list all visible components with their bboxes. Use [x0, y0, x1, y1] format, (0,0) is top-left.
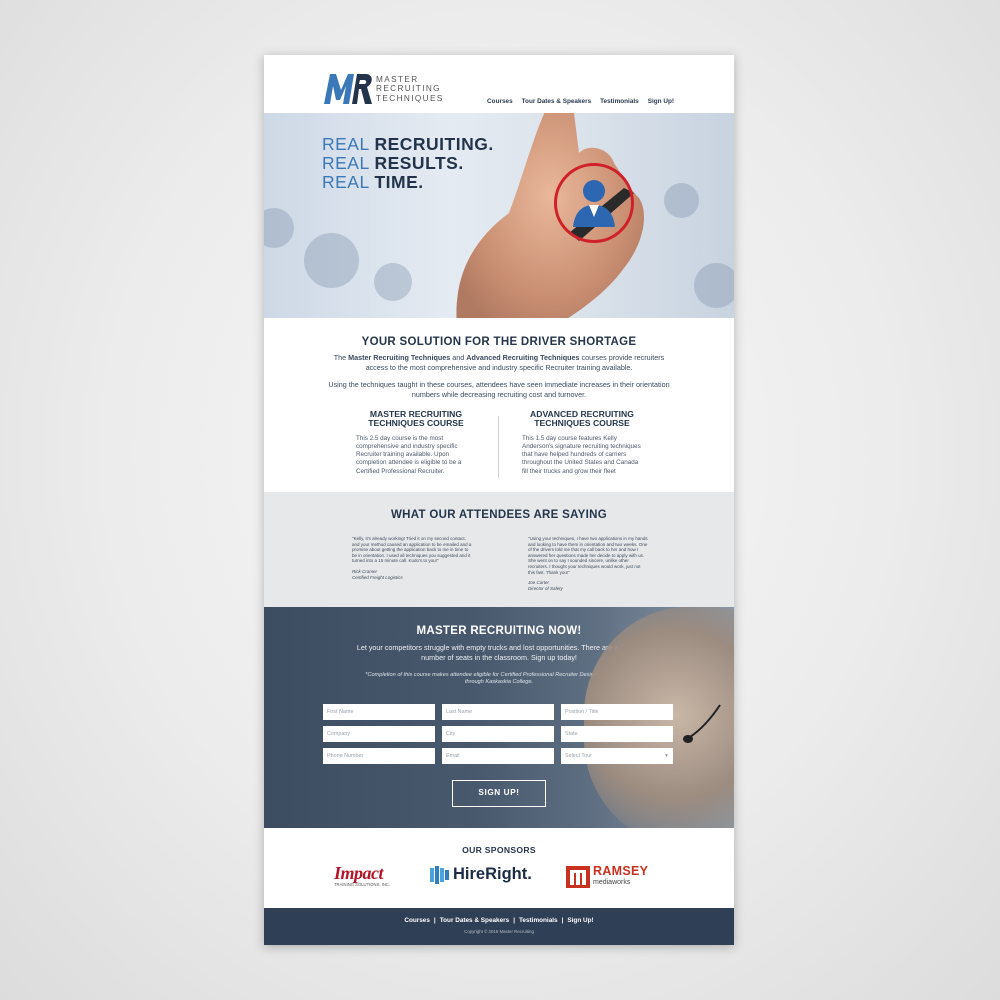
logo-word-2: RECRUITING: [376, 84, 441, 94]
last-name-field[interactable]: Last Name: [442, 704, 554, 720]
master-course-name: Master Recruiting Techniques: [348, 353, 451, 362]
nav-courses[interactable]: Courses: [487, 98, 513, 105]
hero-headline: REAL RECRUITING. REAL RESULTS. REAL TIME…: [322, 135, 494, 192]
tour-select[interactable]: Select Tour ▼: [561, 748, 673, 764]
site-header: MASTER RECRUITING TECHNIQUES Courses Tou…: [264, 55, 734, 113]
hero-line1-thin: REAL: [322, 134, 370, 154]
phone-field[interactable]: Phone Number: [323, 748, 435, 764]
hero-banner: REAL RECRUITING. REAL RESULTS. REAL TIME…: [264, 113, 734, 318]
nav-testimonials[interactable]: Testimonials: [600, 98, 639, 105]
courses: MASTER RECRUITING TECHNIQUES COURSE This …: [264, 409, 734, 480]
footer-link-testimonials[interactable]: Testimonials: [519, 917, 558, 924]
hero-line2-bold: RESULTS.: [374, 153, 464, 173]
state-field[interactable]: State: [561, 726, 673, 742]
company-field[interactable]: Company: [323, 726, 435, 742]
nav-tour-dates[interactable]: Tour Dates & Speakers: [522, 98, 592, 105]
course-divider: [498, 416, 499, 478]
signup-section: MASTER RECRUITING NOW! Let your competit…: [264, 607, 734, 828]
testimonial-2-quote: "Using your techniques, I have two appli…: [528, 536, 648, 575]
solution-results: Using the techniques taught in these cou…: [328, 380, 670, 399]
hero-line3-bold: TIME.: [374, 172, 424, 192]
logo-word-3: TECHNIQUES: [376, 93, 444, 103]
advanced-course-title: ADVANCED RECRUITING TECHNIQUES COURSE: [530, 409, 634, 429]
headset-icon: [683, 704, 721, 743]
chevron-down-icon: ▼: [664, 753, 669, 759]
tour-select-value: Select Tour: [565, 753, 592, 759]
logo-word-1: MASTER: [376, 74, 419, 84]
testimonial-2-role: Director of Safety: [528, 585, 563, 591]
solution-intro: The Master Recruiting Techniques and Adv…: [333, 353, 665, 372]
testimonial-1-role: Certified Freight Logistics: [352, 574, 403, 580]
footer-nav: Courses | Tour Dates & Speakers | Testimonia…: [404, 917, 594, 924]
ramsey-logo[interactable]: RAMSEY mediaworks: [566, 865, 648, 888]
testimonial-1: "Kelly, it's already working! Tried it o…: [352, 536, 472, 580]
copyright: Copyright © 2015 Master Recruiting: [464, 929, 534, 934]
master-course[interactable]: MASTER RECRUITING TECHNIQUES COURSE This …: [356, 409, 476, 476]
solution-title: YOUR SOLUTION FOR THE DRIVER SHORTAGE: [361, 336, 637, 348]
sponsors-title: OUR SPONSORS: [462, 845, 536, 855]
city-field[interactable]: City: [442, 726, 554, 742]
nav-sign-up[interactable]: Sign Up!: [648, 98, 674, 105]
sign-up-button[interactable]: SIGN UP!: [452, 780, 546, 807]
testimonials-title: WHAT OUR ATTENDEES ARE SAYING: [391, 509, 607, 521]
ramsey-mark-icon: [566, 866, 590, 888]
footer-link-tour-dates[interactable]: Tour Dates & Speakers: [440, 917, 510, 924]
position-field[interactable]: Position / Title: [561, 704, 673, 720]
testimonial-2: "Using your techniques, I have two appli…: [528, 536, 648, 591]
mr-logo-mark: [322, 72, 374, 106]
hireright-logo[interactable]: HireRight.: [430, 865, 532, 884]
testimonial-1-quote: "Kelly, it's already working! Tried it o…: [352, 536, 472, 564]
impact-logo[interactable]: Impact TRAINING SOLUTIONS, INC.: [334, 863, 390, 887]
solution-section: YOUR SOLUTION FOR THE DRIVER SHORTAGE Th…: [264, 318, 734, 492]
footer-link-sign-up[interactable]: Sign Up!: [567, 917, 593, 924]
master-course-desc: This 2.5 day course is the most comprehe…: [356, 434, 462, 475]
testimonials-section: WHAT OUR ATTENDEES ARE SAYING "Kelly, it…: [264, 492, 734, 607]
site-footer: Courses | Tour Dates & Speakers | Testimonia…: [264, 908, 734, 945]
logo[interactable]: MASTER RECRUITING TECHNIQUES: [322, 72, 444, 106]
main-nav: Courses Tour Dates & Speakers Testimonia…: [487, 98, 674, 105]
advanced-course-name: Advanced Recruiting Techniques: [466, 353, 580, 362]
email-field[interactable]: Email: [442, 748, 554, 764]
advanced-course[interactable]: ADVANCED RECRUITING TECHNIQUES COURSE Thi…: [522, 409, 642, 476]
footer-link-courses[interactable]: Courses: [404, 917, 430, 924]
website-mockup: MASTER RECRUITING TECHNIQUES Courses Tou…: [264, 55, 734, 945]
hero-line3-thin: REAL: [322, 172, 370, 192]
advanced-course-desc: This 1.5 day course features Kelly Ander…: [522, 434, 641, 475]
hero-line1-bold: RECRUITING.: [374, 134, 494, 154]
hero-line2-thin: REAL: [322, 153, 370, 173]
master-course-title: MASTER RECRUITING TECHNIQUES COURSE: [368, 409, 464, 429]
first-name-field[interactable]: First Name: [323, 704, 435, 720]
sponsors-section: OUR SPONSORS Impact TRAINING SOLUTIONS, …: [264, 828, 734, 908]
person-sketch-icon: [573, 180, 615, 227]
hireright-mark-icon: [430, 865, 449, 884]
